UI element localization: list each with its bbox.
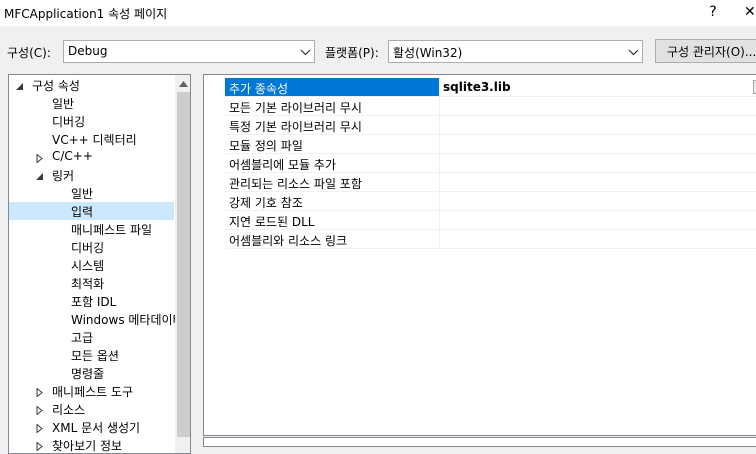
tree-item-label: 고급 — [71, 331, 94, 345]
tree-item[interactable]: VC++ 디렉터리 — [9, 130, 174, 148]
tree-item[interactable]: 일반 — [9, 94, 174, 112]
tree-item[interactable]: 일반 — [9, 184, 174, 202]
tree-item[interactable]: C/C++ — [9, 148, 174, 166]
property-value[interactable] — [440, 173, 756, 192]
platform-label: 플랫폼(P): — [325, 46, 379, 60]
property-row[interactable]: 관리되는 리소스 파일 포함 — [204, 173, 756, 192]
tree-item[interactable]: 고급 — [9, 328, 174, 346]
chevron-down-icon — [300, 49, 311, 56]
chevron-down-icon — [628, 49, 639, 56]
tree-item[interactable]: 구성 속성 — [9, 76, 174, 94]
property-row[interactable]: 특정 기본 라이브러리 무시 — [204, 116, 756, 135]
tree-item-label: 시스템 — [71, 259, 105, 273]
platform-value: 활성(Win32) — [393, 46, 463, 60]
tree-item[interactable]: 모든 옵션 — [9, 346, 174, 364]
tree-item[interactable]: 링커 — [9, 166, 174, 184]
tree-item[interactable]: 입력 — [9, 202, 174, 220]
tree-item[interactable]: 포함 IDL — [9, 292, 174, 310]
help-button[interactable]: ? — [704, 1, 722, 23]
tree-scrollbar[interactable] — [175, 75, 190, 453]
tree-item-label: XML 문서 생성기 — [52, 421, 141, 435]
tree-item-label: 매니페스트 파일 — [71, 223, 153, 237]
tree-item-label: C/C++ — [52, 149, 93, 163]
property-value[interactable] — [440, 192, 756, 211]
expanded-arrow-icon[interactable] — [36, 170, 44, 180]
property-value[interactable] — [440, 154, 756, 173]
property-value[interactable]: sqlite3.lib — [440, 78, 756, 97]
property-name: 관리되는 리소스 파일 포함 — [225, 173, 440, 192]
property-value[interactable] — [440, 116, 756, 135]
tree-item-label: 일반 — [52, 97, 75, 111]
collapsed-arrow-icon[interactable] — [36, 440, 44, 452]
collapsed-arrow-icon[interactable] — [36, 404, 44, 416]
tree-item-label: 디버깅 — [71, 241, 105, 255]
tree-item-label: 링커 — [52, 169, 75, 183]
collapsed-arrow-icon[interactable] — [36, 152, 44, 164]
title-bar: MFCApplication1 속성 페이지 ? ✕ — [0, 0, 756, 26]
tree-item-label: 포함 IDL — [71, 295, 117, 309]
property-value[interactable] — [440, 135, 756, 154]
property-name: 모든 기본 라이브러리 무시 — [225, 97, 440, 116]
property-name: 어셈블리와 리소스 링크 — [225, 230, 440, 249]
close-button[interactable]: ✕ — [744, 1, 756, 23]
property-row[interactable]: 강제 기호 참조 — [204, 192, 756, 211]
expanded-arrow-icon[interactable] — [16, 80, 24, 90]
tree-item-label: 리소스 — [52, 403, 86, 417]
property-value[interactable] — [440, 230, 756, 249]
scroll-up-arrow-icon[interactable] — [178, 79, 189, 89]
property-name: 모듈 정의 파일 — [225, 135, 440, 154]
tree-item[interactable]: 매니페스트 도구 — [9, 382, 174, 400]
configuration-value: Debug — [68, 44, 108, 58]
tree-item[interactable]: 시스템 — [9, 256, 174, 274]
tree-item[interactable]: 디버깅 — [9, 112, 174, 130]
tree-item-label: 모든 옵션 — [71, 349, 119, 363]
property-name: 추가 종속성 — [225, 78, 440, 97]
tree-item-label: 매니페스트 도구 — [52, 385, 134, 399]
property-row[interactable]: 모듈 정의 파일 — [204, 135, 756, 154]
property-name: 특정 기본 라이브러리 무시 — [225, 116, 440, 135]
configuration-dropdown[interactable]: Debug — [63, 40, 315, 63]
tree-item[interactable]: 디버깅 — [9, 238, 174, 256]
scrollbar-thumb[interactable] — [177, 92, 190, 437]
property-row[interactable]: 지연 로드된 DLL — [204, 211, 756, 230]
tree-item[interactable]: 최적화 — [9, 274, 174, 292]
collapsed-arrow-icon[interactable] — [36, 386, 44, 398]
tree-item-label: 명령줄 — [71, 367, 105, 381]
property-grid: 추가 종속성 sqlite3.lib 모든 기본 라이브러리 무시 특정 기본 라이브… — [203, 74, 756, 436]
property-value[interactable] — [440, 97, 756, 116]
collapsed-arrow-icon[interactable] — [36, 422, 44, 434]
window-title: MFCApplication1 속성 페이지 — [4, 7, 168, 21]
property-name: 어셈블리에 모듈 추가 — [225, 154, 440, 173]
tree-item[interactable]: 매니페스트 파일 — [9, 220, 174, 238]
property-name: 지연 로드된 DLL — [225, 211, 440, 230]
tree-item-label: 디버깅 — [52, 115, 86, 129]
configuration-manager-button[interactable]: 구성 관리자(O)... — [655, 39, 756, 63]
tree-item[interactable]: 찾아보기 정보 — [9, 436, 174, 453]
property-name: 강제 기호 참조 — [225, 192, 440, 211]
tree-item-label: Windows 메타데이터 — [71, 313, 184, 327]
configuration-label: 구성(C): — [7, 46, 51, 60]
tree-item[interactable]: Windows 메타데이터 — [9, 310, 184, 328]
tree-item-label: 찾아보기 정보 — [52, 439, 123, 453]
tree-item[interactable]: 리소스 — [9, 400, 174, 418]
tree-item-label: 입력 — [71, 205, 94, 219]
platform-dropdown[interactable]: 활성(Win32) — [388, 40, 643, 63]
tree-item[interactable]: XML 문서 생성기 — [9, 418, 174, 436]
description-panel — [203, 437, 756, 447]
property-value[interactable] — [440, 211, 756, 230]
tree-item-label: 구성 속성 — [32, 79, 80, 93]
tree-item[interactable]: 명령줄 — [9, 364, 174, 382]
tree-item-label: 일반 — [71, 187, 94, 201]
property-row[interactable]: 어셈블리와 리소스 링크 — [204, 230, 756, 249]
property-row[interactable]: 어셈블리에 모듈 추가 — [204, 154, 756, 173]
property-tree: 구성 속성 일반 디버깅 VC++ 디렉터리 C/C++ 링커 일반 입력 매니페스트 파일 디버… — [8, 74, 191, 454]
property-row[interactable]: 추가 종속성 sqlite3.lib — [204, 78, 756, 97]
property-row[interactable]: 모든 기본 라이브러리 무시 — [204, 97, 756, 116]
tree-item-label: 최적화 — [71, 277, 105, 291]
tree-item-label: VC++ 디렉터리 — [52, 133, 137, 147]
